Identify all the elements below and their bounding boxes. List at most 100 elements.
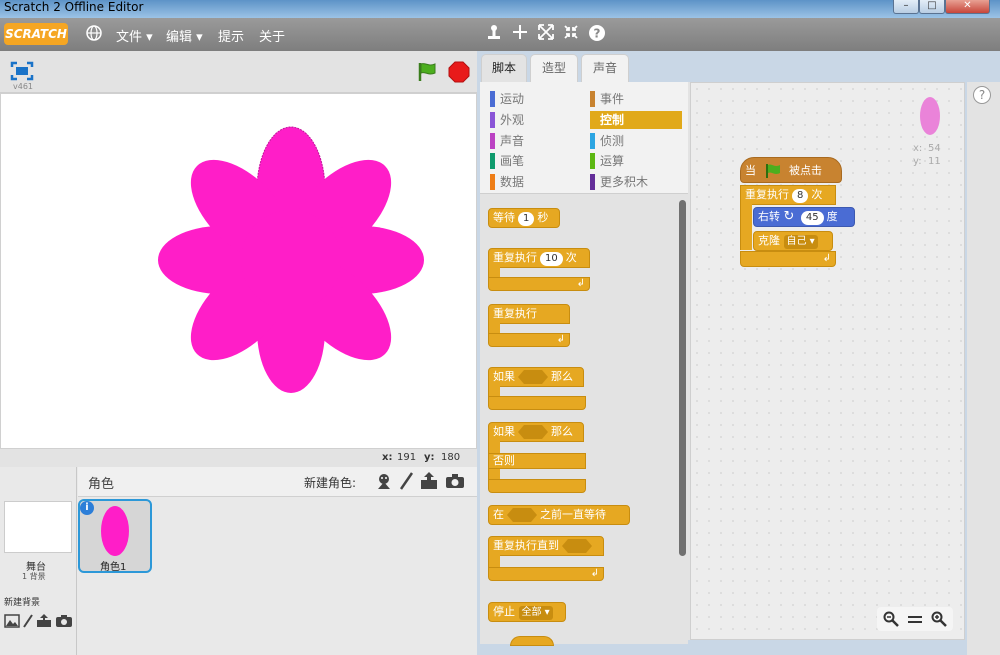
block-wait[interactable]: 等待 1 秒 bbox=[488, 208, 560, 228]
paint-backdrop-icon[interactable] bbox=[4, 613, 20, 628]
block-repeat-bottom[interactable]: ↲ bbox=[488, 277, 590, 291]
grow-icon[interactable] bbox=[536, 24, 556, 44]
globe-icon[interactable] bbox=[84, 24, 104, 44]
flower-drawing bbox=[158, 126, 424, 393]
block-if-arm bbox=[488, 386, 500, 396]
sprite-library-icon[interactable] bbox=[375, 472, 393, 490]
version-label: v461 bbox=[13, 82, 34, 91]
category-operators[interactable]: 运算 bbox=[590, 152, 682, 170]
minimize-button[interactable]: – bbox=[893, 0, 919, 14]
mouse-y-label: y: bbox=[424, 452, 435, 463]
camera-icon[interactable] bbox=[55, 613, 73, 627]
duplicate-stamp-icon[interactable] bbox=[484, 24, 504, 44]
upload-backdrop-icon[interactable] bbox=[36, 613, 52, 627]
sprites-title: 角色 bbox=[88, 477, 115, 492]
block-repeat-arm bbox=[488, 267, 500, 277]
tab-scripts[interactable]: 脚本 bbox=[481, 54, 527, 82]
fullscreen-icon[interactable] bbox=[10, 61, 34, 81]
sprite-y-label: y: bbox=[913, 156, 922, 167]
block-if-then[interactable]: 如果 那么 bbox=[488, 367, 584, 387]
script-repeat-arm bbox=[740, 204, 752, 250]
block-stop[interactable]: 停止 全部 ▾ bbox=[488, 602, 566, 622]
close-button[interactable]: ✕ bbox=[945, 0, 990, 14]
block-repeat-until[interactable]: 重复执行直到 bbox=[488, 536, 604, 556]
category-control[interactable]: 控制 bbox=[590, 111, 682, 129]
sprite-thumbnail-selected[interactable]: i 角色1 bbox=[78, 499, 152, 573]
camera-sprite-icon[interactable] bbox=[445, 473, 465, 489]
category-events[interactable]: 事件 bbox=[590, 90, 682, 108]
category-more-blocks[interactable]: 更多积木 bbox=[590, 173, 682, 191]
block-forever-arm bbox=[488, 323, 500, 333]
info-icon[interactable]: i bbox=[80, 501, 94, 515]
script-repeat-bottom[interactable]: ↲ bbox=[740, 251, 836, 267]
sprite-preview bbox=[920, 97, 940, 135]
maximize-button[interactable]: □ bbox=[919, 0, 945, 14]
stage-canvas[interactable] bbox=[0, 93, 477, 449]
menu-bar: SCRATCH 文件 ▾ 编辑 ▾ 提示 关于 ? bbox=[0, 18, 1000, 51]
green-flag-icon[interactable] bbox=[416, 61, 438, 83]
category-data[interactable]: 数据 bbox=[490, 173, 582, 191]
upload-sprite-icon[interactable] bbox=[420, 472, 438, 490]
zoom-in-icon[interactable] bbox=[931, 611, 947, 627]
script-repeat[interactable]: 重复执行 8 次 bbox=[740, 185, 836, 205]
scripts-area[interactable]: x: 54 y: 11 当 被点击 重复执行 8 次 右转 ↻ 45 度 克隆 自己 … bbox=[690, 82, 965, 640]
tab-sounds[interactable]: 声音 bbox=[581, 54, 629, 82]
scratch-logo[interactable]: SCRATCH bbox=[4, 23, 68, 45]
block-repeat[interactable]: 重复执行 10 次 bbox=[488, 248, 590, 268]
green-flag-icon bbox=[765, 164, 780, 178]
script-turn-right[interactable]: 右转 ↻ 45 度 bbox=[753, 207, 855, 227]
block-else-label[interactable]: 否则 bbox=[488, 453, 586, 469]
stage-mouse-coords: x: 191 y: 180 bbox=[0, 449, 477, 467]
clone-target-dropdown[interactable]: 自己 ▾ bbox=[783, 235, 818, 249]
block-repeat-until-bottom[interactable]: ↲ bbox=[488, 567, 604, 581]
category-pen[interactable]: 画笔 bbox=[490, 152, 582, 170]
stage-toolbar: v461 bbox=[0, 51, 477, 93]
zoom-controls bbox=[877, 607, 953, 631]
block-forever[interactable]: 重复执行 bbox=[488, 304, 570, 324]
mouse-x-value: 191 bbox=[397, 452, 417, 463]
stage-thumbnail[interactable] bbox=[4, 501, 72, 553]
zoom-out-icon[interactable] bbox=[883, 611, 899, 627]
control-blocks-list: 等待 1 秒 重复执行 10 次 ↲ 重复执行 ↲ 如果 那么 如果 那么 否则 在之前一直… bbox=[480, 196, 688, 646]
menu-file[interactable]: 文件 ▾ bbox=[116, 26, 153, 45]
menu-tips[interactable]: 提示 bbox=[218, 26, 244, 45]
palette-scrollbar[interactable] bbox=[679, 200, 686, 556]
category-motion[interactable]: 运动 bbox=[490, 90, 582, 108]
block-if-else-bottom[interactable] bbox=[488, 479, 586, 493]
rotate-clockwise-icon: ↻ bbox=[783, 209, 795, 224]
zoom-reset-icon[interactable] bbox=[907, 611, 923, 627]
menu-edit[interactable]: 编辑 ▾ bbox=[166, 26, 203, 45]
help-icon[interactable]: ? bbox=[973, 86, 991, 104]
delete-scissors-icon[interactable] bbox=[510, 24, 530, 44]
block-else-arm bbox=[488, 469, 500, 479]
script-create-clone[interactable]: 克隆 自己 ▾ bbox=[753, 231, 833, 251]
stop-dropdown[interactable]: 全部 ▾ bbox=[518, 606, 553, 620]
backdrop-count: 1 背景 bbox=[22, 572, 46, 581]
block-if-else-arm bbox=[488, 441, 500, 453]
brush-icon[interactable] bbox=[22, 613, 34, 628]
category-list: 运动 外观 声音 画笔 数据 事件 控制 侦测 运算 更多积木 bbox=[480, 82, 688, 194]
block-repeat-until-arm bbox=[488, 555, 500, 567]
block-if-else[interactable]: 如果 那么 bbox=[488, 422, 584, 442]
shrink-icon[interactable] bbox=[561, 24, 581, 44]
category-sensing[interactable]: 侦测 bbox=[590, 132, 682, 150]
sprite-x-label: x: bbox=[913, 143, 923, 154]
tab-costumes[interactable]: 造型 bbox=[530, 54, 578, 82]
help-icon[interactable]: ? bbox=[587, 24, 607, 44]
block-partial-hat[interactable] bbox=[510, 636, 554, 646]
category-sound[interactable]: 声音 bbox=[490, 132, 582, 150]
paint-sprite-icon[interactable] bbox=[398, 472, 414, 490]
mouse-x-label: x: bbox=[382, 452, 393, 463]
stop-sign-icon[interactable] bbox=[448, 61, 470, 83]
block-forever-bottom[interactable]: ↲ bbox=[488, 333, 570, 347]
menu-about[interactable]: 关于 bbox=[259, 26, 285, 45]
sprite-name: 角色1 bbox=[100, 562, 127, 573]
category-looks[interactable]: 外观 bbox=[490, 111, 582, 129]
sprite-x-value: 54 bbox=[928, 143, 941, 154]
block-if-bottom[interactable] bbox=[488, 396, 586, 410]
script-when-flag-clicked[interactable]: 当 被点击 bbox=[740, 157, 842, 183]
block-wait-until[interactable]: 在之前一直等待 bbox=[488, 505, 630, 525]
sprite-y-value: 11 bbox=[928, 156, 941, 167]
sprite-ellipse-thumbnail bbox=[101, 506, 129, 556]
window-titlebar: Scratch 2 Offline Editor – □ ✕ bbox=[0, 0, 1000, 18]
